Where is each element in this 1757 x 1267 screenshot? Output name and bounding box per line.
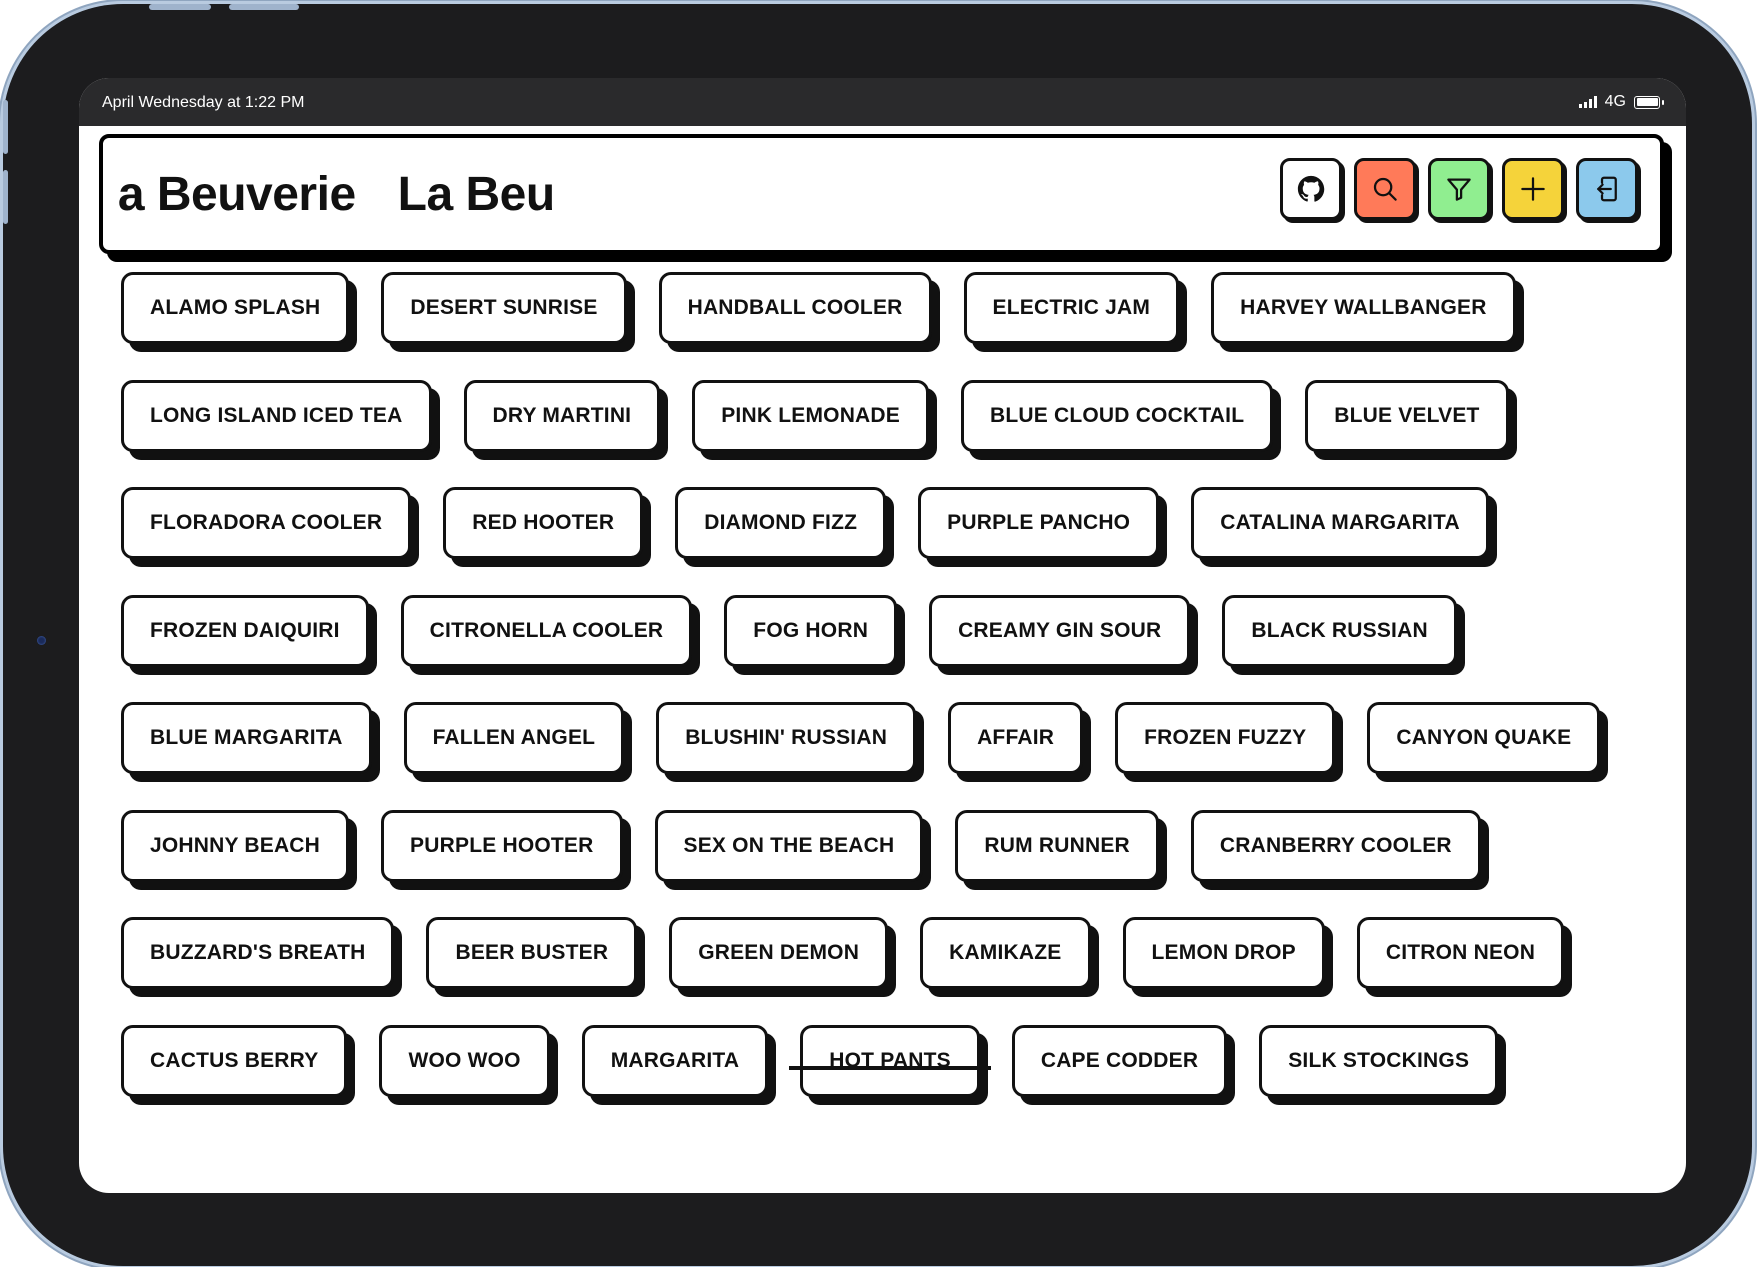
cocktail-chip[interactable]: CRANBERRY COOLER: [1190, 809, 1481, 882]
status-indicators: 4G: [1578, 93, 1664, 111]
screen: April Wednesday at 1:22 PM 4G La Beuveri…: [79, 78, 1686, 1193]
cocktail-row: BLUE MARGARITA FALLEN ANGEL BLUSHIN' RUSSI…: [121, 702, 1641, 786]
cocktail-chip[interactable]: BUZZARD'S BREATH: [121, 917, 395, 989]
cocktail-row: ALAMO SPLASH DESERT SUNRISE HANDBALL COOLE…: [121, 272, 1641, 356]
cocktail-chip[interactable]: SEX ON THE BEACH: [654, 809, 924, 882]
cocktail-chip[interactable]: LEMON DROP: [1122, 917, 1325, 989]
status-bar: April Wednesday at 1:22 PM 4G: [79, 78, 1686, 126]
cocktail-chip[interactable]: PURPLE PANCHO: [918, 487, 1160, 559]
cocktail-row: JOHNNY BEACH PURPLE HOOTER SEX ON THE BEAC…: [121, 809, 1641, 894]
plus-icon: [1521, 177, 1545, 201]
cocktail-list: ALAMO SPLASH DESERT SUNRISE HANDBALL COOLE…: [121, 272, 1641, 1132]
cocktail-chip[interactable]: FROZEN FUZZY: [1115, 702, 1336, 774]
cocktail-chip[interactable]: CITRONELLA COOLER: [400, 594, 693, 667]
cocktail-chip[interactable]: GREEN DEMON: [669, 917, 889, 989]
cocktail-chip[interactable]: FALLEN ANGEL: [403, 702, 625, 774]
cocktail-chip[interactable]: BLACK RUSSIAN: [1222, 594, 1457, 667]
network-label: 4G: [1604, 93, 1626, 110]
cocktail-chip[interactable]: CITRON NEON: [1356, 917, 1565, 989]
add-button[interactable]: [1502, 158, 1564, 220]
cocktail-chip[interactable]: LONG ISLAND ICED TEA: [121, 379, 432, 452]
status-time: April Wednesday at 1:22 PM: [102, 94, 305, 111]
cocktail-row: LONG ISLAND ICED TEA DRY MARTINI PINK LEMO…: [121, 379, 1641, 464]
battery-icon: [1634, 95, 1664, 109]
search-button[interactable]: [1354, 158, 1416, 220]
cocktail-chip[interactable]: FROZEN DAIQUIRI: [121, 594, 369, 667]
cocktail-chip[interactable]: PINK LEMONADE: [692, 379, 929, 452]
app-title: La Beuverie: [119, 168, 356, 221]
cocktail-row: FROZEN DAIQUIRI CITRONELLA COOLER FOG HORN…: [121, 594, 1641, 679]
cocktail-chip[interactable]: MARGARITA: [581, 1024, 769, 1097]
cocktail-chip[interactable]: DRY MARTINI: [463, 379, 661, 452]
cocktail-chip[interactable]: RUM RUNNER: [955, 809, 1159, 882]
cocktail-row: BUZZARD'S BREATH BEER BUSTER GREEN DEMON KA…: [121, 917, 1641, 1001]
cocktail-chip[interactable]: HOT PANTS: [789, 1024, 991, 1097]
cocktail-chip[interactable]: BLUSHIN' RUSSIAN: [656, 702, 917, 774]
cocktail-chip[interactable]: CREAMY GIN SOUR: [929, 594, 1191, 667]
header-toolbar: [1280, 158, 1638, 220]
login-button[interactable]: [1576, 158, 1638, 220]
title-marquee: La Beuverie La Beuverie: [119, 160, 553, 230]
cocktail-chip[interactable]: ALAMO SPLASH: [121, 272, 350, 344]
cocktail-chip[interactable]: CAPE CODDER: [1011, 1024, 1228, 1097]
cocktail-chip[interactable]: BLUE CLOUD COCKTAIL: [961, 379, 1274, 452]
camera: [37, 636, 46, 645]
app-title-repeat: La Beuverie: [397, 168, 553, 221]
signal-icon: [1578, 96, 1597, 108]
cocktail-chip[interactable]: RED HOOTER: [443, 487, 644, 559]
cocktail-chip[interactable]: FOG HORN: [724, 594, 898, 667]
filter-icon: [1447, 178, 1471, 201]
cocktail-row: CACTUS BERRY WOO WOO MARGARITA HOT PANTS CAP…: [121, 1024, 1641, 1109]
cocktail-chip[interactable]: BLUE VELVET: [1305, 379, 1509, 452]
github-button[interactable]: [1280, 158, 1342, 220]
cocktail-chip[interactable]: SILK STOCKINGS: [1259, 1024, 1499, 1097]
login-icon: [1597, 176, 1617, 202]
github-icon: [1297, 175, 1325, 202]
cocktail-chip[interactable]: CATALINA MARGARITA: [1191, 487, 1489, 559]
cocktail-chip[interactable]: HANDBALL COOLER: [658, 272, 932, 344]
cocktail-row: FLORADORA COOLER RED HOOTER DIAMOND FIZZ PU…: [121, 487, 1641, 571]
cocktail-chip[interactable]: BEER BUSTER: [426, 917, 638, 989]
search-icon: [1373, 177, 1397, 201]
cocktail-chip[interactable]: PURPLE HOOTER: [381, 809, 623, 882]
cocktail-chip[interactable]: CANYON QUAKE: [1367, 702, 1601, 774]
cocktail-chip[interactable]: AFFAIR: [948, 702, 1084, 774]
side-button: [3, 100, 8, 154]
cocktail-chip[interactable]: BLUE MARGARITA: [121, 702, 372, 774]
app-header: La Beuverie La Beuverie: [99, 134, 1664, 254]
cocktail-chip[interactable]: DIAMOND FIZZ: [675, 487, 887, 559]
side-button: [3, 170, 8, 224]
cocktail-chip[interactable]: KAMIKAZE: [920, 917, 1091, 989]
cocktail-chip[interactable]: JOHNNY BEACH: [121, 809, 350, 882]
cocktail-chip[interactable]: DESERT SUNRISE: [381, 272, 627, 344]
filter-button[interactable]: [1428, 158, 1490, 220]
cocktail-chip[interactable]: ELECTRIC JAM: [963, 272, 1180, 344]
cocktail-chip[interactable]: CACTUS BERRY: [121, 1024, 348, 1097]
volume-button: [149, 4, 211, 10]
cocktail-chip[interactable]: HARVEY WALLBANGER: [1211, 272, 1516, 344]
power-button: [229, 4, 299, 10]
tablet-frame: April Wednesday at 1:22 PM 4G La Beuveri…: [3, 4, 1752, 1266]
cocktail-chip[interactable]: WOO WOO: [379, 1024, 550, 1097]
cocktail-chip[interactable]: FLORADORA COOLER: [121, 487, 412, 559]
